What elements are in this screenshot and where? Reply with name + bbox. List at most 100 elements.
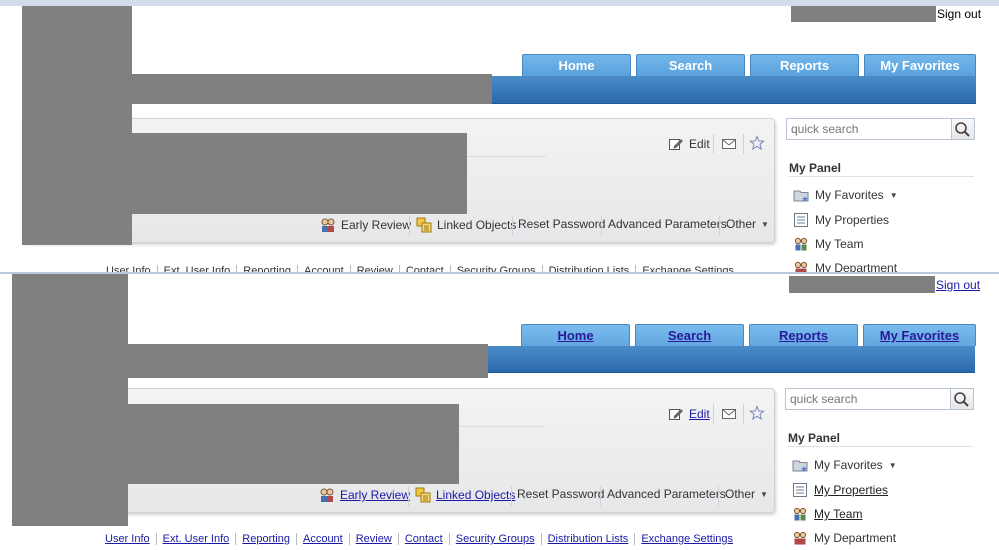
tab-search[interactable]: Search	[636, 54, 745, 76]
tab-home[interactable]: Home	[521, 324, 630, 346]
linked-objects-button[interactable]: Linked Objects	[416, 217, 516, 233]
edit-icon	[668, 406, 684, 422]
early-review-button[interactable]: Early Review	[320, 217, 411, 233]
chevron-down-icon[interactable]: ▼	[890, 191, 898, 200]
chevron-down-icon: ▼	[760, 489, 768, 499]
tab-search[interactable]: Search	[635, 324, 744, 346]
org-name-redacted	[126, 344, 488, 378]
user-name-redacted	[789, 276, 935, 293]
team-icon	[792, 506, 808, 522]
panel-item-my-department[interactable]: My Department	[792, 530, 896, 546]
edit-icon	[668, 136, 684, 152]
subnav-ext-user-info[interactable]: Ext. User Info	[156, 265, 237, 272]
panel-item-my-properties[interactable]: My Properties	[793, 212, 889, 228]
separator	[409, 216, 410, 236]
panel-divider	[789, 176, 974, 177]
subnav-reporting[interactable]: Reporting	[236, 265, 297, 272]
subnav-account[interactable]: Account	[296, 265, 350, 272]
subnav-account[interactable]: Account	[295, 533, 349, 545]
email-icon[interactable]	[721, 136, 737, 152]
subnav-user-info[interactable]: User Info	[105, 533, 156, 545]
subnav-user-info[interactable]: User Info	[106, 265, 157, 272]
star-icon[interactable]	[749, 405, 765, 421]
linked-objects-button[interactable]: Linked Objects	[415, 487, 515, 503]
panel-item-my-team[interactable]: My Team	[792, 506, 862, 522]
separator	[713, 404, 714, 424]
panel-item-my-favorites[interactable]: My Favorites ▼	[792, 457, 897, 473]
separator	[718, 486, 719, 506]
user-name-redacted	[791, 6, 936, 22]
people-review-icon	[320, 217, 336, 233]
tab-reports[interactable]: Reports	[750, 54, 859, 76]
subnav-review[interactable]: Review	[348, 533, 398, 545]
quick-search-field[interactable]	[785, 388, 952, 410]
tab-home[interactable]: Home	[522, 54, 631, 76]
tab-my-favorites[interactable]: My Favorites	[863, 324, 976, 346]
sub-navigation: User Info Ext. User Info Reporting Accou…	[105, 533, 739, 545]
subnav-distribution-lists[interactable]: Distribution Lists	[540, 533, 635, 545]
panel-item-my-team[interactable]: My Team	[793, 236, 863, 252]
reset-password-link[interactable]: Reset Password	[517, 487, 604, 501]
panel-item-my-properties[interactable]: My Properties	[792, 482, 888, 498]
org-name-redacted	[130, 74, 492, 104]
advanced-parameters-link[interactable]: Advanced Parameters	[607, 487, 726, 501]
linked-objects-icon	[415, 487, 431, 503]
separator	[600, 486, 601, 506]
edit-button[interactable]: Edit	[668, 406, 710, 422]
chevron-down-icon: ▼	[761, 219, 769, 229]
sign-out-link[interactable]: Sign out	[937, 7, 981, 21]
subnav-contact[interactable]: Contact	[398, 265, 450, 272]
separator	[512, 216, 513, 236]
department-icon	[792, 530, 808, 546]
properties-icon	[793, 212, 809, 228]
advanced-parameters-link[interactable]: Advanced Parameters	[608, 217, 727, 231]
subnav-security-groups[interactable]: Security Groups	[449, 265, 542, 272]
panel-divider	[788, 446, 973, 447]
people-review-icon	[319, 487, 335, 503]
main-tabs: Home Search Reports My Favorites	[521, 324, 976, 346]
other-menu[interactable]: Other ▼	[725, 487, 768, 501]
panel-item-my-favorites[interactable]: My Favorites ▼	[793, 187, 898, 203]
bottom-pane: Sign out Home Search Reports My Favorite…	[0, 272, 999, 550]
my-panel-title: My Panel	[789, 161, 842, 175]
email-icon[interactable]	[721, 406, 737, 422]
reset-password-link[interactable]: Reset Password	[518, 217, 605, 231]
subnav-ext-user-info[interactable]: Ext. User Info	[155, 533, 236, 545]
search-button[interactable]	[952, 118, 975, 140]
subnav-exchange-settings[interactable]: Exchange Settings	[634, 533, 739, 545]
subnav-security-groups[interactable]: Security Groups	[448, 533, 541, 545]
subnav-exchange-settings[interactable]: Exchange Settings	[635, 265, 740, 272]
other-menu[interactable]: Other ▼	[726, 217, 769, 231]
properties-icon	[792, 482, 808, 498]
linked-objects-icon	[416, 217, 432, 233]
sub-navigation: User Info Ext. User Info Reporting Accou…	[106, 265, 740, 272]
separator	[743, 134, 744, 154]
panel-item-my-department[interactable]: My Department	[793, 260, 897, 272]
favorites-folder-icon	[793, 187, 809, 203]
main-tabs: Home Search Reports My Favorites	[522, 54, 976, 76]
tab-my-favorites[interactable]: My Favorites	[864, 54, 976, 76]
subnav-reporting[interactable]: Reporting	[235, 533, 296, 545]
subnav-distribution-lists[interactable]: Distribution Lists	[541, 265, 636, 272]
header-bar	[490, 76, 976, 104]
edit-button[interactable]: Edit	[668, 136, 710, 152]
logo-redacted	[22, 6, 132, 245]
user-title-redacted	[126, 404, 459, 484]
separator	[511, 486, 512, 506]
quick-search-field[interactable]	[786, 118, 953, 140]
quick-search-input[interactable]	[787, 119, 953, 139]
search-icon	[955, 122, 970, 137]
quick-search-input[interactable]	[786, 389, 952, 409]
search-button[interactable]	[951, 388, 974, 410]
early-review-button[interactable]: Early Review	[319, 487, 410, 503]
separator	[743, 404, 744, 424]
subnav-review[interactable]: Review	[349, 265, 399, 272]
chevron-down-icon[interactable]: ▼	[889, 461, 897, 470]
top-pane: Sign out Home Search Reports My Favorite…	[0, 0, 999, 272]
separator	[408, 486, 409, 506]
sign-out-link[interactable]: Sign out	[936, 278, 980, 292]
star-icon[interactable]	[749, 135, 765, 151]
department-icon	[793, 260, 809, 272]
subnav-contact[interactable]: Contact	[397, 533, 449, 545]
tab-reports[interactable]: Reports	[749, 324, 858, 346]
